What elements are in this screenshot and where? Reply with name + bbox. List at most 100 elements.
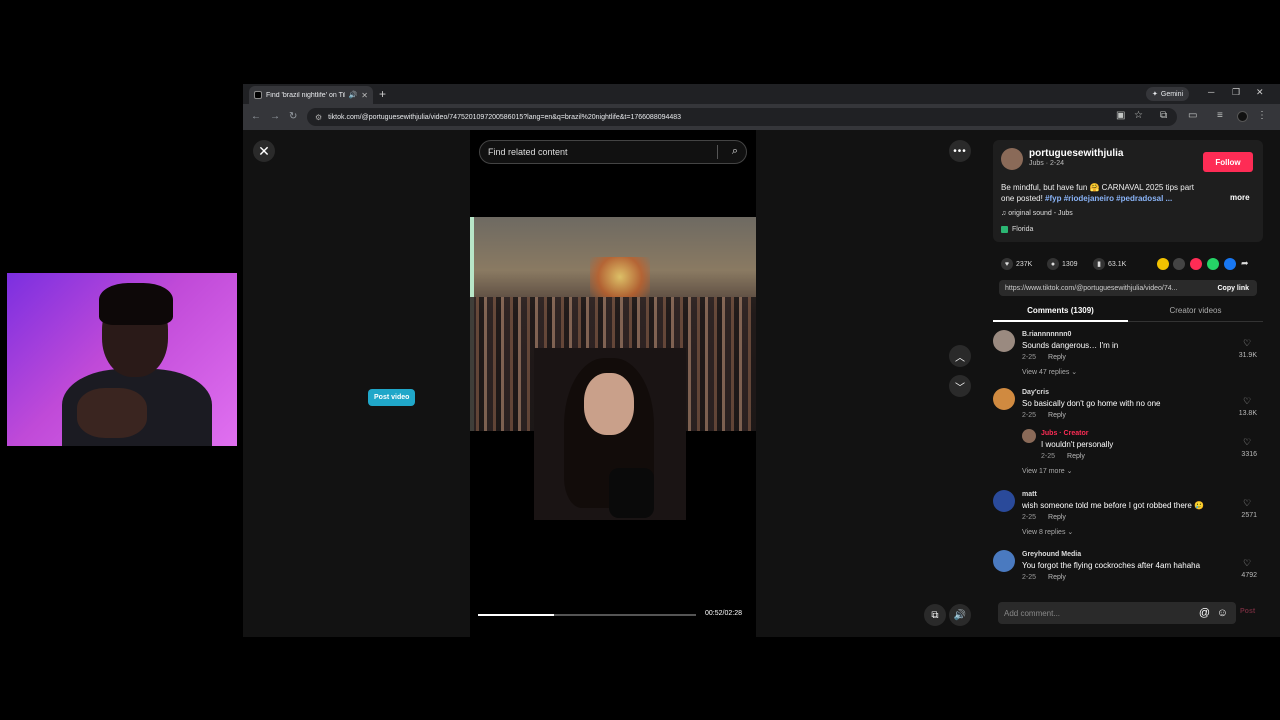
tab-creator-videos[interactable]: Creator videos (1128, 300, 1263, 322)
location-label: Florida (1012, 226, 1034, 233)
creator-avatar[interactable] (1001, 148, 1023, 170)
comment-date: 2-25 (1022, 412, 1037, 419)
bookmark-star-icon[interactable]: ☆ (1134, 110, 1143, 121)
webcam-overlay (7, 273, 237, 446)
cast-icon[interactable]: ▭ (1188, 110, 1197, 121)
share-dm-icon[interactable] (1190, 258, 1202, 270)
add-comment-input[interactable]: Add comment... @ ☺ (998, 602, 1236, 624)
presenter-face (584, 373, 634, 435)
like-heart-icon[interactable]: ♡ (1243, 498, 1251, 509)
commenter-avatar[interactable] (993, 330, 1015, 352)
commenter-name[interactable]: B.riannnnnnn0 (1022, 331, 1071, 338)
pip-icon[interactable]: ⧉ (924, 604, 946, 626)
commenter-avatar[interactable] (993, 388, 1015, 410)
search-icon[interactable]: ⌕ (732, 145, 738, 158)
creator-username[interactable]: portuguesewithjulia (1029, 148, 1123, 159)
media-controls-icon[interactable]: ≡ (1217, 110, 1223, 121)
comment-meta: 2-25 Reply (1041, 453, 1085, 460)
tab-title: Find 'brazil nightlife' on Tik (266, 91, 345, 99)
site-info-icon[interactable]: ⚙ (315, 113, 322, 122)
commenter-name[interactable]: Jubs · Creator (1041, 430, 1088, 437)
like-heart-icon[interactable]: ♡ (1243, 396, 1251, 407)
comment-stat[interactable]: ● 1309 (1047, 258, 1078, 270)
like-stat[interactable]: ♥ 237K (1001, 258, 1032, 270)
view-replies-button[interactable]: View 47 replies ⌄ (1022, 368, 1077, 376)
install-app-icon[interactable]: ▣ (1116, 110, 1125, 121)
extensions-icon[interactable]: ⧉ (1160, 110, 1167, 121)
close-window-icon[interactable]: ✕ (1256, 87, 1264, 98)
like-heart-icon[interactable]: ♡ (1243, 558, 1251, 569)
post-info-card: portuguesewithjulia Jubs · 2-24 Follow B… (993, 140, 1263, 242)
comment-bar: Add comment... @ ☺ Post (993, 600, 1263, 626)
embed-icon[interactable] (1173, 258, 1185, 270)
location-link[interactable]: Florida (1001, 226, 1033, 233)
reply-button[interactable]: Reply (1048, 412, 1066, 419)
view-replies-button[interactable]: View 8 replies ⌄ (1022, 528, 1073, 536)
profile-avatar[interactable] (1237, 111, 1248, 122)
sparkle-icon: ✦ (1152, 91, 1158, 98)
commenter-name[interactable]: Day'cris (1022, 389, 1049, 396)
save-stat[interactable]: ▮ 63.1K (1093, 258, 1126, 270)
close-tab-icon[interactable]: ✕ (361, 91, 368, 100)
video-link-url: https://www.tiktok.com/@portuguesewithju… (1005, 284, 1178, 292)
reply-button[interactable]: Reply (1048, 354, 1066, 361)
presenter-overlay (534, 348, 686, 520)
more-options-button[interactable]: ••• (949, 140, 971, 162)
reload-icon[interactable]: ↻ (289, 111, 297, 122)
back-icon[interactable]: ← (251, 111, 261, 122)
new-tab-button[interactable]: + (379, 87, 386, 101)
speaker-icon[interactable]: 🔊 (349, 91, 358, 99)
next-video-button[interactable]: ﹀ (949, 375, 971, 397)
search-placeholder: Find related content (488, 147, 568, 157)
facebook-icon[interactable] (1224, 258, 1236, 270)
comment-text: So basically don't go home with no one (1022, 399, 1161, 408)
reply-button[interactable]: Reply (1048, 514, 1066, 521)
comment-meta: 2-25 Reply (1022, 354, 1066, 361)
address-bar[interactable]: ⚙ tiktok.com/@portuguesewithjulia/video/… (307, 108, 1177, 126)
like-heart-icon[interactable]: ♡ (1243, 437, 1251, 448)
restore-icon[interactable]: ❐ (1232, 87, 1240, 98)
comment-like-count: 31.9K (1238, 352, 1257, 359)
gemini-button[interactable]: ✦ Gemini (1146, 87, 1190, 101)
whatsapp-icon[interactable] (1207, 258, 1219, 270)
commenter-avatar[interactable] (993, 490, 1015, 512)
minimize-icon[interactable]: ─ (1208, 87, 1214, 97)
comment-bubble-icon: ● (1047, 258, 1059, 270)
volume-icon[interactable]: 🔊 (949, 604, 971, 626)
hashtags[interactable]: #fyp #riodejaneiro #pedradosal ... (1045, 194, 1172, 203)
street-lights (590, 257, 650, 297)
commenter-name[interactable]: matt (1022, 491, 1037, 498)
follow-button[interactable]: Follow (1203, 152, 1253, 172)
emoji-icon[interactable]: ☺ (1217, 607, 1228, 619)
commenter-name[interactable]: Greyhound Media (1022, 551, 1081, 558)
sound-link[interactable]: ♫ original sound - Jubs (1001, 210, 1073, 217)
related-search-input[interactable]: Find related content ⌕ (479, 140, 747, 164)
share-repost-icon[interactable] (1157, 258, 1169, 270)
post-video-button[interactable]: Post video (368, 389, 416, 406)
video-player[interactable]: Find related content ⌕ 00:52/02:28 (470, 130, 756, 637)
reply-button[interactable]: Reply (1048, 574, 1066, 581)
heart-icon: ♥ (1001, 258, 1013, 270)
forward-icon[interactable]: → (270, 111, 280, 122)
video-progress-bar[interactable] (478, 614, 696, 616)
previous-video-button[interactable]: ︿ (949, 345, 971, 367)
mention-icon[interactable]: @ (1199, 607, 1210, 619)
comment-like-count: 3316 (1241, 451, 1257, 458)
post-comment-button[interactable]: Post (1240, 608, 1255, 615)
comment-meta: 2-25 Reply (1022, 574, 1066, 581)
close-video-button[interactable]: ✕ (253, 140, 275, 162)
share-arrow-icon[interactable]: ➦ (1241, 258, 1253, 270)
tab-comments[interactable]: Comments (1309) (993, 300, 1128, 322)
tab-bar: Find 'brazil nightlife' on Tik 🔊 ✕ + ✦ G… (243, 84, 1280, 104)
creator-reply-avatar[interactable] (1022, 429, 1036, 443)
menu-kebab-icon[interactable]: ⋮ (1257, 110, 1267, 121)
more-link[interactable]: more (1230, 193, 1250, 202)
copy-link-button[interactable]: Copy link (1217, 285, 1249, 292)
comment-text: wish someone told me before I got robbed… (1022, 501, 1205, 510)
comment-date: 2-25 (1041, 453, 1056, 460)
view-replies-button[interactable]: View 17 more ⌄ (1022, 467, 1072, 475)
browser-tab[interactable]: Find 'brazil nightlife' on Tik 🔊 ✕ (249, 86, 373, 104)
commenter-avatar[interactable] (993, 550, 1015, 572)
like-heart-icon[interactable]: ♡ (1243, 338, 1251, 349)
reply-button[interactable]: Reply (1067, 453, 1085, 460)
